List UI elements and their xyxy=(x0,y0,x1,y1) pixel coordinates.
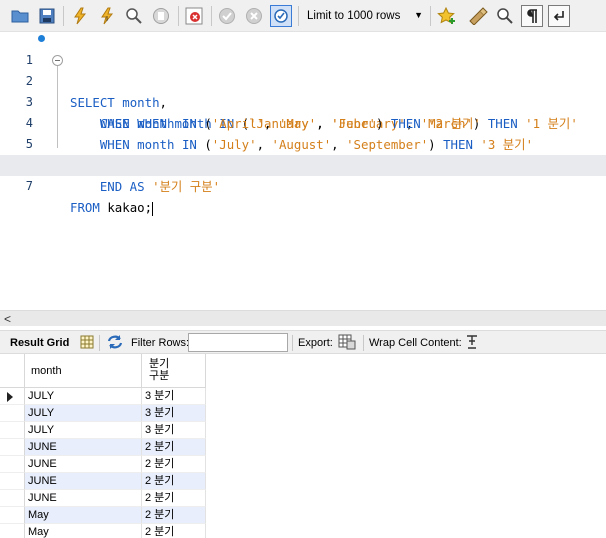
editor-horizontal-scrollbar[interactable]: < xyxy=(0,310,606,326)
cell-month[interactable]: JULY xyxy=(25,388,142,405)
row-indicator[interactable] xyxy=(0,524,25,538)
code-line-6: 6 END AS '분기 구분' xyxy=(26,158,221,194)
code-line-3: 3 WHEN month IN ('April', 'May', 'June')… xyxy=(25,95,481,131)
rollback-icon[interactable] xyxy=(243,5,265,27)
column-header-month[interactable]: month xyxy=(25,354,142,388)
wrap-icon[interactable] xyxy=(548,5,570,27)
table-row[interactable]: JUNE 2 분기 xyxy=(0,439,206,456)
chevron-down-icon: ▼ xyxy=(414,10,423,20)
sql-editor[interactable]: 1 SELECT month, 2 CASE WHEN month IN ('J… xyxy=(0,32,606,310)
cell-quarter[interactable]: 2 분기 xyxy=(142,490,206,507)
current-row-arrow-icon xyxy=(7,392,13,402)
cell-quarter[interactable]: 2 분기 xyxy=(142,439,206,456)
code-line-5: 5 ELSE '4 분기' xyxy=(25,137,190,173)
wrap-cell-icon[interactable] xyxy=(466,335,478,349)
column-header-quarter[interactable]: 분기 구분 xyxy=(142,354,206,388)
explain-icon[interactable] xyxy=(123,5,145,27)
fold-toggle-icon[interactable] xyxy=(52,55,63,66)
table-row[interactable]: JULY 3 분기 xyxy=(0,422,206,439)
cell-quarter[interactable]: 3 분기 xyxy=(142,405,206,422)
table-row[interactable]: JULY 3 분기 xyxy=(0,405,206,422)
editor-toolbar: I Limit to 1000 rows ▼ xyxy=(0,0,606,32)
row-indicator[interactable] xyxy=(0,473,25,490)
result-grid-tab[interactable]: Result Grid xyxy=(10,336,69,350)
cell-month[interactable]: JUNE xyxy=(25,490,142,507)
cell-quarter[interactable]: 2 분기 xyxy=(142,524,206,538)
cell-quarter[interactable]: 2 분기 xyxy=(142,473,206,490)
filter-rows-input[interactable] xyxy=(188,333,288,352)
row-indicator[interactable] xyxy=(0,456,25,473)
export-label: Export: xyxy=(298,337,333,349)
limit-rows-label: Limit to 1000 rows xyxy=(307,10,401,22)
limit-rows-select[interactable]: Limit to 1000 rows ▼ xyxy=(302,6,427,26)
stop-icon[interactable] xyxy=(150,5,172,27)
grid-view-icon[interactable] xyxy=(80,335,94,349)
code-line-1: 1 SELECT month, xyxy=(0,29,606,110)
commit-icon[interactable] xyxy=(216,5,238,27)
code-line-4: 4 WHEN month IN ('July', 'August', 'Sept… xyxy=(25,116,534,152)
cell-month[interactable]: JULY xyxy=(25,405,142,422)
text-cursor xyxy=(152,201,154,216)
row-indicator[interactable] xyxy=(0,405,25,422)
wrap-cell-content-label: Wrap Cell Content: xyxy=(369,337,462,349)
beautify-icon[interactable] xyxy=(467,5,489,27)
find-icon[interactable] xyxy=(494,5,516,27)
statement-marker-icon xyxy=(38,35,45,42)
scroll-left-arrow-icon[interactable]: < xyxy=(4,312,11,326)
row-indicator-header xyxy=(0,354,25,388)
table-row[interactable]: JULY 3 분기 xyxy=(0,388,206,405)
row-indicator[interactable] xyxy=(0,490,25,507)
execute-selection-icon[interactable]: I xyxy=(96,5,118,27)
svg-text:I: I xyxy=(106,15,108,23)
table-row[interactable]: May 2 분기 xyxy=(0,507,206,524)
autocommit-icon[interactable] xyxy=(270,5,292,27)
cell-quarter[interactable]: 2 분기 xyxy=(142,507,206,524)
row-indicator[interactable] xyxy=(0,388,25,405)
cell-quarter[interactable]: 3 분기 xyxy=(142,388,206,405)
row-indicator[interactable] xyxy=(0,507,25,524)
invisible-chars-icon[interactable] xyxy=(521,5,543,27)
result-grid[interactable]: month 분기 구분 JULY 3 분기 JULY 3 분기 JULY 3 분기 JUNE… xyxy=(0,354,606,538)
cell-month[interactable]: JUNE xyxy=(25,473,142,490)
row-indicator[interactable] xyxy=(0,439,25,456)
table-row[interactable]: May 2 분기 xyxy=(0,524,206,538)
save-icon[interactable] xyxy=(36,5,58,27)
table-row[interactable]: JUNE 2 분기 xyxy=(0,456,206,473)
table-row[interactable]: JUNE 2 분기 xyxy=(0,473,206,490)
cell-month[interactable]: May xyxy=(25,524,142,538)
open-folder-icon[interactable] xyxy=(9,5,31,27)
export-icon[interactable] xyxy=(338,334,356,350)
cell-quarter[interactable]: 2 분기 xyxy=(142,456,206,473)
cell-quarter[interactable]: 3 분기 xyxy=(142,422,206,439)
code-line-7: 7 FROM kakao; xyxy=(0,155,606,216)
cell-month[interactable]: JUNE xyxy=(25,439,142,456)
row-indicator[interactable] xyxy=(0,422,25,439)
cell-month[interactable]: JUNE xyxy=(25,456,142,473)
cell-month[interactable]: May xyxy=(25,507,142,524)
toggle-error-icon[interactable] xyxy=(183,5,205,27)
cell-month[interactable]: JULY xyxy=(25,422,142,439)
code-line-2: 2 CASE WHEN month IN ('January', 'Februa… xyxy=(0,50,606,131)
filter-rows-label: Filter Rows: xyxy=(131,337,190,349)
refresh-icon[interactable] xyxy=(106,334,124,349)
table-row[interactable]: JUNE 2 분기 xyxy=(0,490,206,507)
result-toolbar: Result Grid Filter Rows: Export: Wrap Ce… xyxy=(0,330,606,354)
execute-icon[interactable] xyxy=(69,5,91,27)
bookmark-star-icon[interactable] xyxy=(436,5,458,27)
